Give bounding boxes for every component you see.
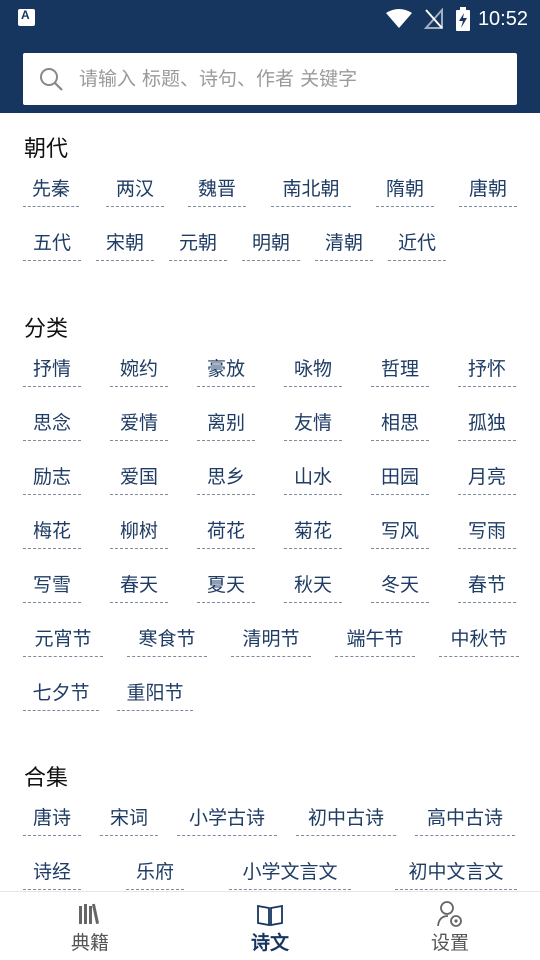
books-icon	[79, 903, 100, 924]
tag-category[interactable]: 菊花	[284, 516, 342, 549]
tag-dynasty[interactable]: 隋朝	[376, 174, 434, 207]
tag-category[interactable]: 夏天	[197, 570, 255, 603]
tag-category[interactable]: 写雪	[23, 570, 81, 603]
tag-dynasty[interactable]: 唐朝	[459, 174, 517, 207]
header	[0, 38, 540, 113]
battery-charging-icon	[455, 7, 470, 31]
tag-category[interactable]: 秋天	[284, 570, 342, 603]
tag-category[interactable]: 元宵节	[23, 624, 103, 657]
accessibility-icon	[18, 8, 35, 26]
nav-poems[interactable]: 诗文	[180, 892, 360, 960]
tag-category[interactable]: 冬天	[371, 570, 429, 603]
tag-collection[interactable]: 初中文言文	[395, 857, 517, 890]
tag-dynasty[interactable]: 先秦	[23, 174, 79, 207]
bottom-navigation: 典籍 诗文 设置	[0, 891, 540, 960]
nav-label: 诗文	[250, 932, 289, 954]
search-input[interactable]	[79, 53, 499, 105]
tag-dynasty[interactable]: 近代	[388, 228, 446, 261]
tag-collection[interactable]: 宋词	[100, 803, 158, 836]
tag-collection[interactable]: 小学古诗	[177, 803, 277, 836]
tag-category[interactable]: 爱情	[110, 408, 168, 441]
tag-category[interactable]: 爱国	[110, 462, 168, 495]
tag-category[interactable]: 荷花	[197, 516, 255, 549]
section-title-dynasty: 朝代	[24, 137, 69, 162]
tag-category[interactable]: 思乡	[197, 462, 255, 495]
tag-dynasty[interactable]: 魏晋	[188, 174, 246, 207]
user-settings-icon	[437, 901, 462, 927]
tag-category[interactable]: 写风	[371, 516, 429, 549]
tag-dynasty[interactable]: 五代	[23, 228, 81, 261]
tag-category[interactable]: 友情	[284, 408, 342, 441]
tag-dynasty[interactable]: 清朝	[315, 228, 373, 261]
section-title-category: 分类	[24, 317, 69, 342]
search-box[interactable]	[23, 53, 517, 105]
tag-collection[interactable]: 唐诗	[23, 803, 81, 836]
tag-collection[interactable]: 诗经	[23, 857, 81, 890]
tag-dynasty[interactable]: 宋朝	[96, 228, 154, 261]
tag-collection[interactable]: 小学文言文	[229, 857, 351, 890]
tag-category[interactable]: 离别	[197, 408, 255, 441]
tag-dynasty[interactable]: 南北朝	[271, 174, 351, 207]
status-icons: 10:52	[374, 6, 528, 32]
tag-category[interactable]: 哲理	[371, 354, 429, 387]
tag-category[interactable]: 励志	[23, 462, 81, 495]
tag-dynasty[interactable]: 明朝	[242, 228, 300, 261]
tag-category[interactable]: 抒怀	[458, 354, 516, 387]
tag-category[interactable]: 春天	[110, 570, 168, 603]
tag-collection[interactable]: 高中古诗	[415, 803, 515, 836]
section-title-collection: 合集	[24, 766, 69, 791]
status-bar: 10:52	[0, 0, 540, 38]
clock: 10:52	[477, 7, 528, 30]
tag-category[interactable]: 抒情	[23, 354, 81, 387]
tag-collection[interactable]: 乐府	[126, 857, 184, 890]
tag-category[interactable]: 相思	[371, 408, 429, 441]
tag-category[interactable]: 月亮	[458, 462, 516, 495]
tag-category[interactable]: 山水	[284, 462, 342, 495]
open-book-icon	[257, 904, 283, 927]
tag-category[interactable]: 七夕节	[23, 678, 99, 711]
tag-dynasty[interactable]: 元朝	[169, 228, 227, 261]
nav-classics[interactable]: 典籍	[0, 892, 180, 960]
tag-category[interactable]: 田园	[371, 462, 429, 495]
tag-category[interactable]: 思念	[23, 408, 81, 441]
tag-category[interactable]: 清明节	[231, 624, 311, 657]
no-signal-icon	[423, 8, 443, 29]
search-icon	[40, 68, 63, 91]
tag-category[interactable]: 豪放	[197, 354, 255, 387]
tag-collection[interactable]: 初中古诗	[296, 803, 396, 836]
tag-category[interactable]: 写雨	[458, 516, 516, 549]
tag-category[interactable]: 寒食节	[127, 624, 207, 657]
tag-category[interactable]: 春节	[458, 570, 516, 603]
tag-dynasty[interactable]: 两汉	[106, 174, 164, 207]
tag-category[interactable]: 中秋节	[439, 624, 519, 657]
poetry-catalog: 朝代 先秦 两汉 魏晋 南北朝 隋朝 唐朝 五代 宋朝 元朝 明朝 清朝 近代 …	[0, 113, 540, 891]
tag-category[interactable]: 柳树	[110, 516, 168, 549]
tag-category[interactable]: 重阳节	[117, 678, 193, 711]
tag-category[interactable]: 梅花	[23, 516, 81, 549]
nav-settings[interactable]: 设置	[360, 892, 540, 960]
tag-category[interactable]: 咏物	[284, 354, 342, 387]
tag-category[interactable]: 婉约	[110, 354, 168, 387]
wifi-icon	[385, 9, 412, 28]
tag-category[interactable]: 端午节	[335, 624, 415, 657]
nav-label: 设置	[430, 932, 469, 954]
tag-category[interactable]: 孤独	[458, 408, 516, 441]
nav-label: 典籍	[70, 932, 109, 954]
